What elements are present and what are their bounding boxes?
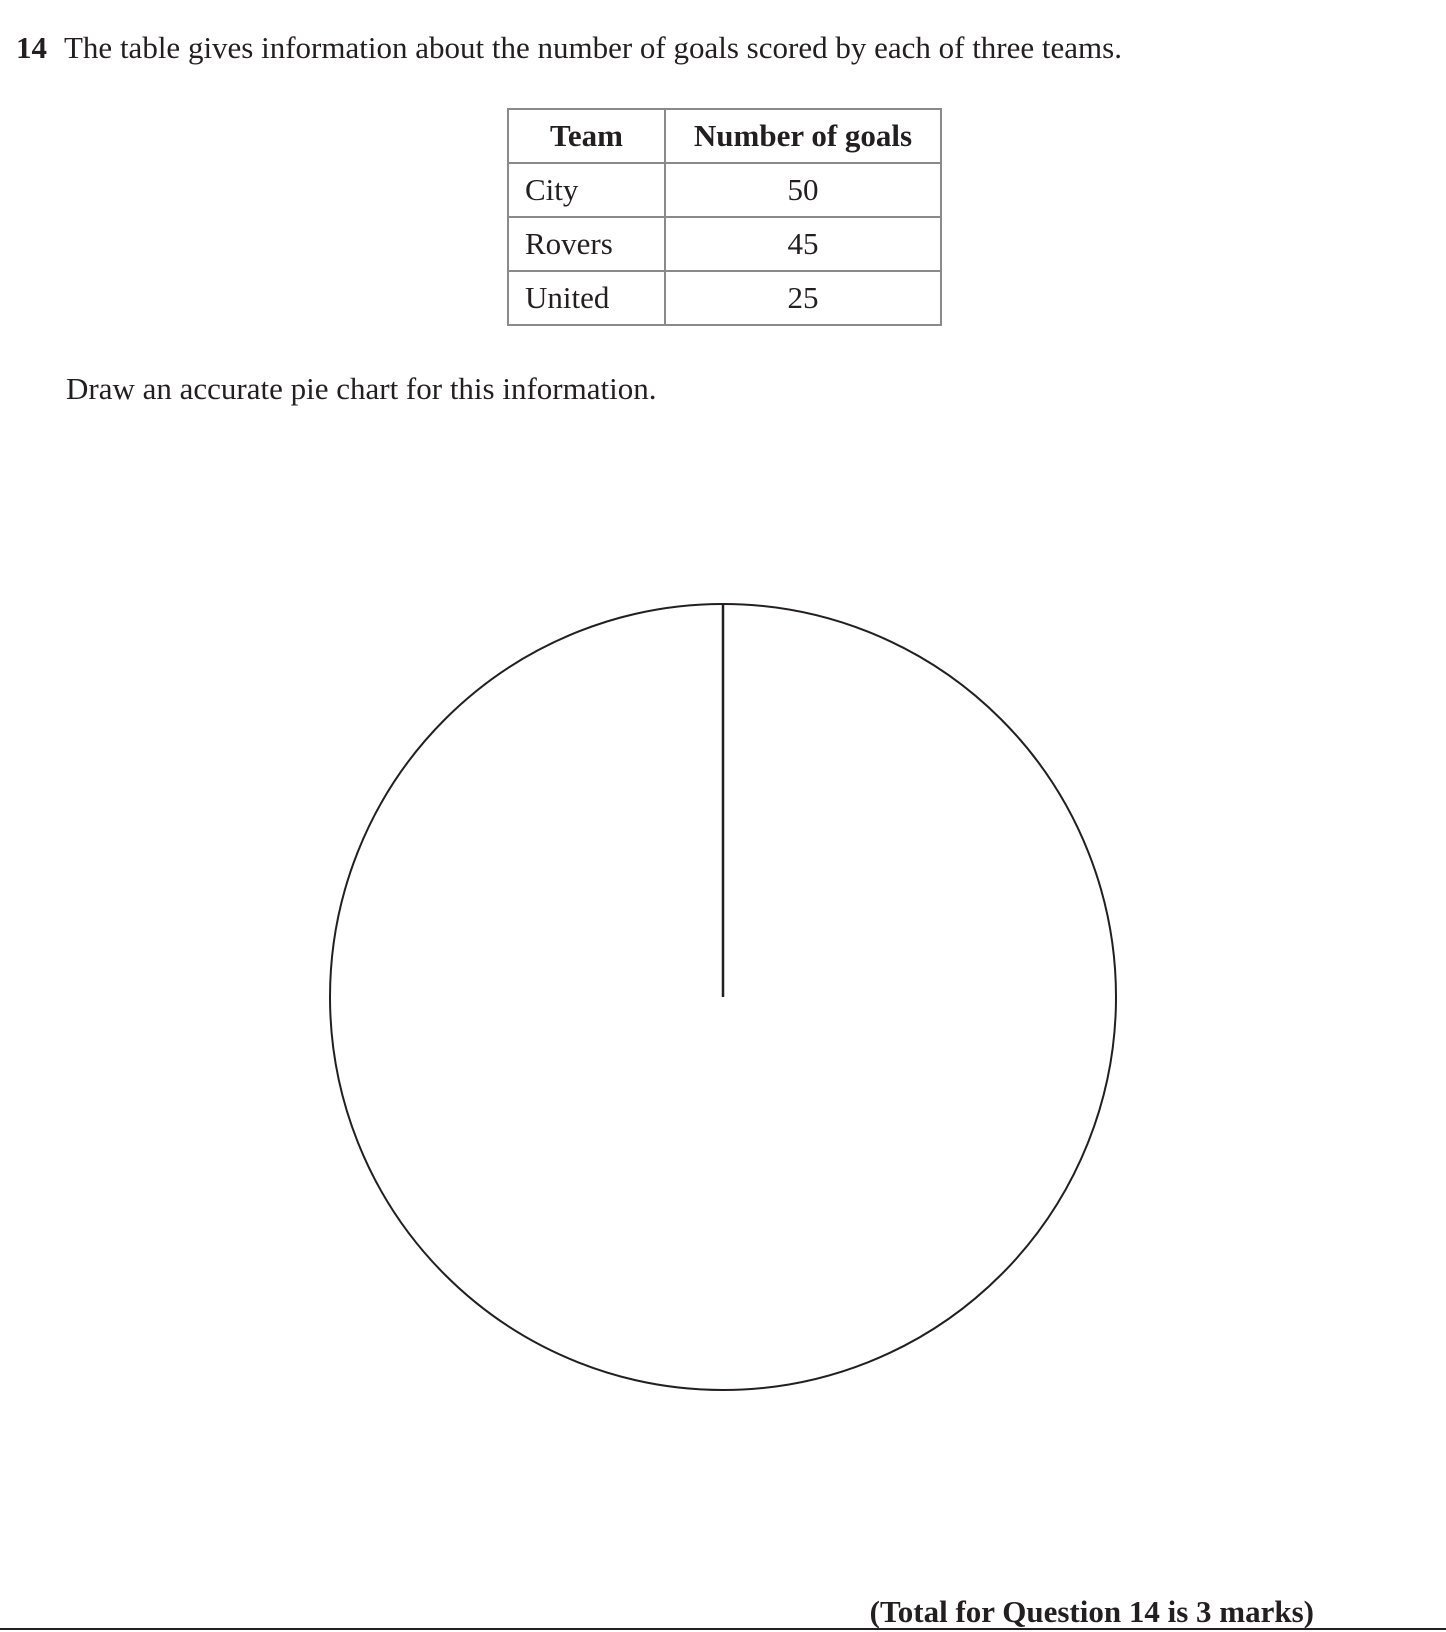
question-text: The table gives information about the nu… (64, 30, 1122, 65)
header-team: Team (507, 108, 666, 164)
goals-cell: 45 (664, 216, 942, 272)
total-marks: (Total for Question 14 is 3 marks) (869, 1594, 1314, 1629)
pie-chart-circle (329, 603, 1117, 1391)
table-row: Rovers 45 (507, 216, 942, 272)
goals-cell: 25 (664, 270, 942, 326)
question-number: 14 (16, 30, 47, 65)
table-header-row: Team Number of goals (507, 108, 942, 164)
question-header: 14 The table gives information about the … (16, 28, 1122, 68)
header-number-of-goals: Number of goals (664, 108, 942, 164)
team-cell: City (507, 162, 666, 218)
table-row: City 50 (507, 162, 942, 218)
team-cell: Rovers (507, 216, 666, 272)
table-row: United 25 (507, 270, 942, 326)
instruction-text: Draw an accurate pie chart for this info… (66, 371, 657, 406)
team-cell: United (507, 270, 666, 326)
goals-cell: 50 (664, 162, 942, 218)
goals-table: Team Number of goals City 50 Rovers 45 U… (507, 108, 942, 326)
